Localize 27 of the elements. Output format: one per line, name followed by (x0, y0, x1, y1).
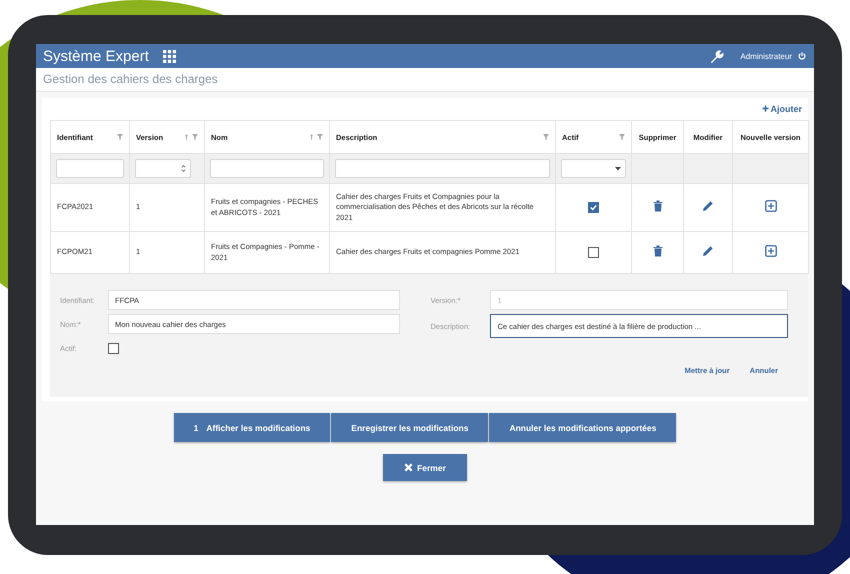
wrench-icon[interactable] (709, 48, 724, 64)
action-button[interactable]: Enregistrer les modifications (331, 413, 488, 442)
power-icon[interactable] (798, 52, 806, 60)
add-link[interactable]: Ajouter (762, 104, 802, 120)
add-square-icon[interactable] (764, 244, 776, 257)
action-button[interactable]: 1 Afficher les modifications (174, 413, 330, 442)
plus-icon (762, 105, 768, 112)
user-name[interactable]: Administrateur (740, 52, 792, 60)
checkbox[interactable] (588, 202, 599, 213)
trash-icon[interactable] (652, 200, 662, 212)
close-icon (404, 463, 414, 472)
filter-field[interactable] (56, 159, 124, 178)
caret-icon (615, 166, 621, 170)
trash-icon[interactable] (652, 244, 662, 257)
filter-field[interactable] (210, 159, 324, 178)
close-button[interactable]: Fermer (383, 454, 467, 481)
pencil-icon[interactable] (702, 200, 714, 212)
pencil-icon[interactable] (702, 244, 714, 257)
action-button[interactable]: Annuler les modifications apportées (489, 413, 676, 442)
spinner-icon[interactable] (181, 164, 186, 173)
checkbox[interactable] (108, 342, 119, 354)
filter-field[interactable] (135, 159, 191, 178)
apps-grid-icon[interactable] (162, 50, 176, 62)
filter-field[interactable] (335, 159, 550, 178)
add-square-icon[interactable] (764, 200, 776, 212)
checkbox[interactable] (588, 247, 599, 258)
app-title: Système Expert (43, 48, 149, 64)
